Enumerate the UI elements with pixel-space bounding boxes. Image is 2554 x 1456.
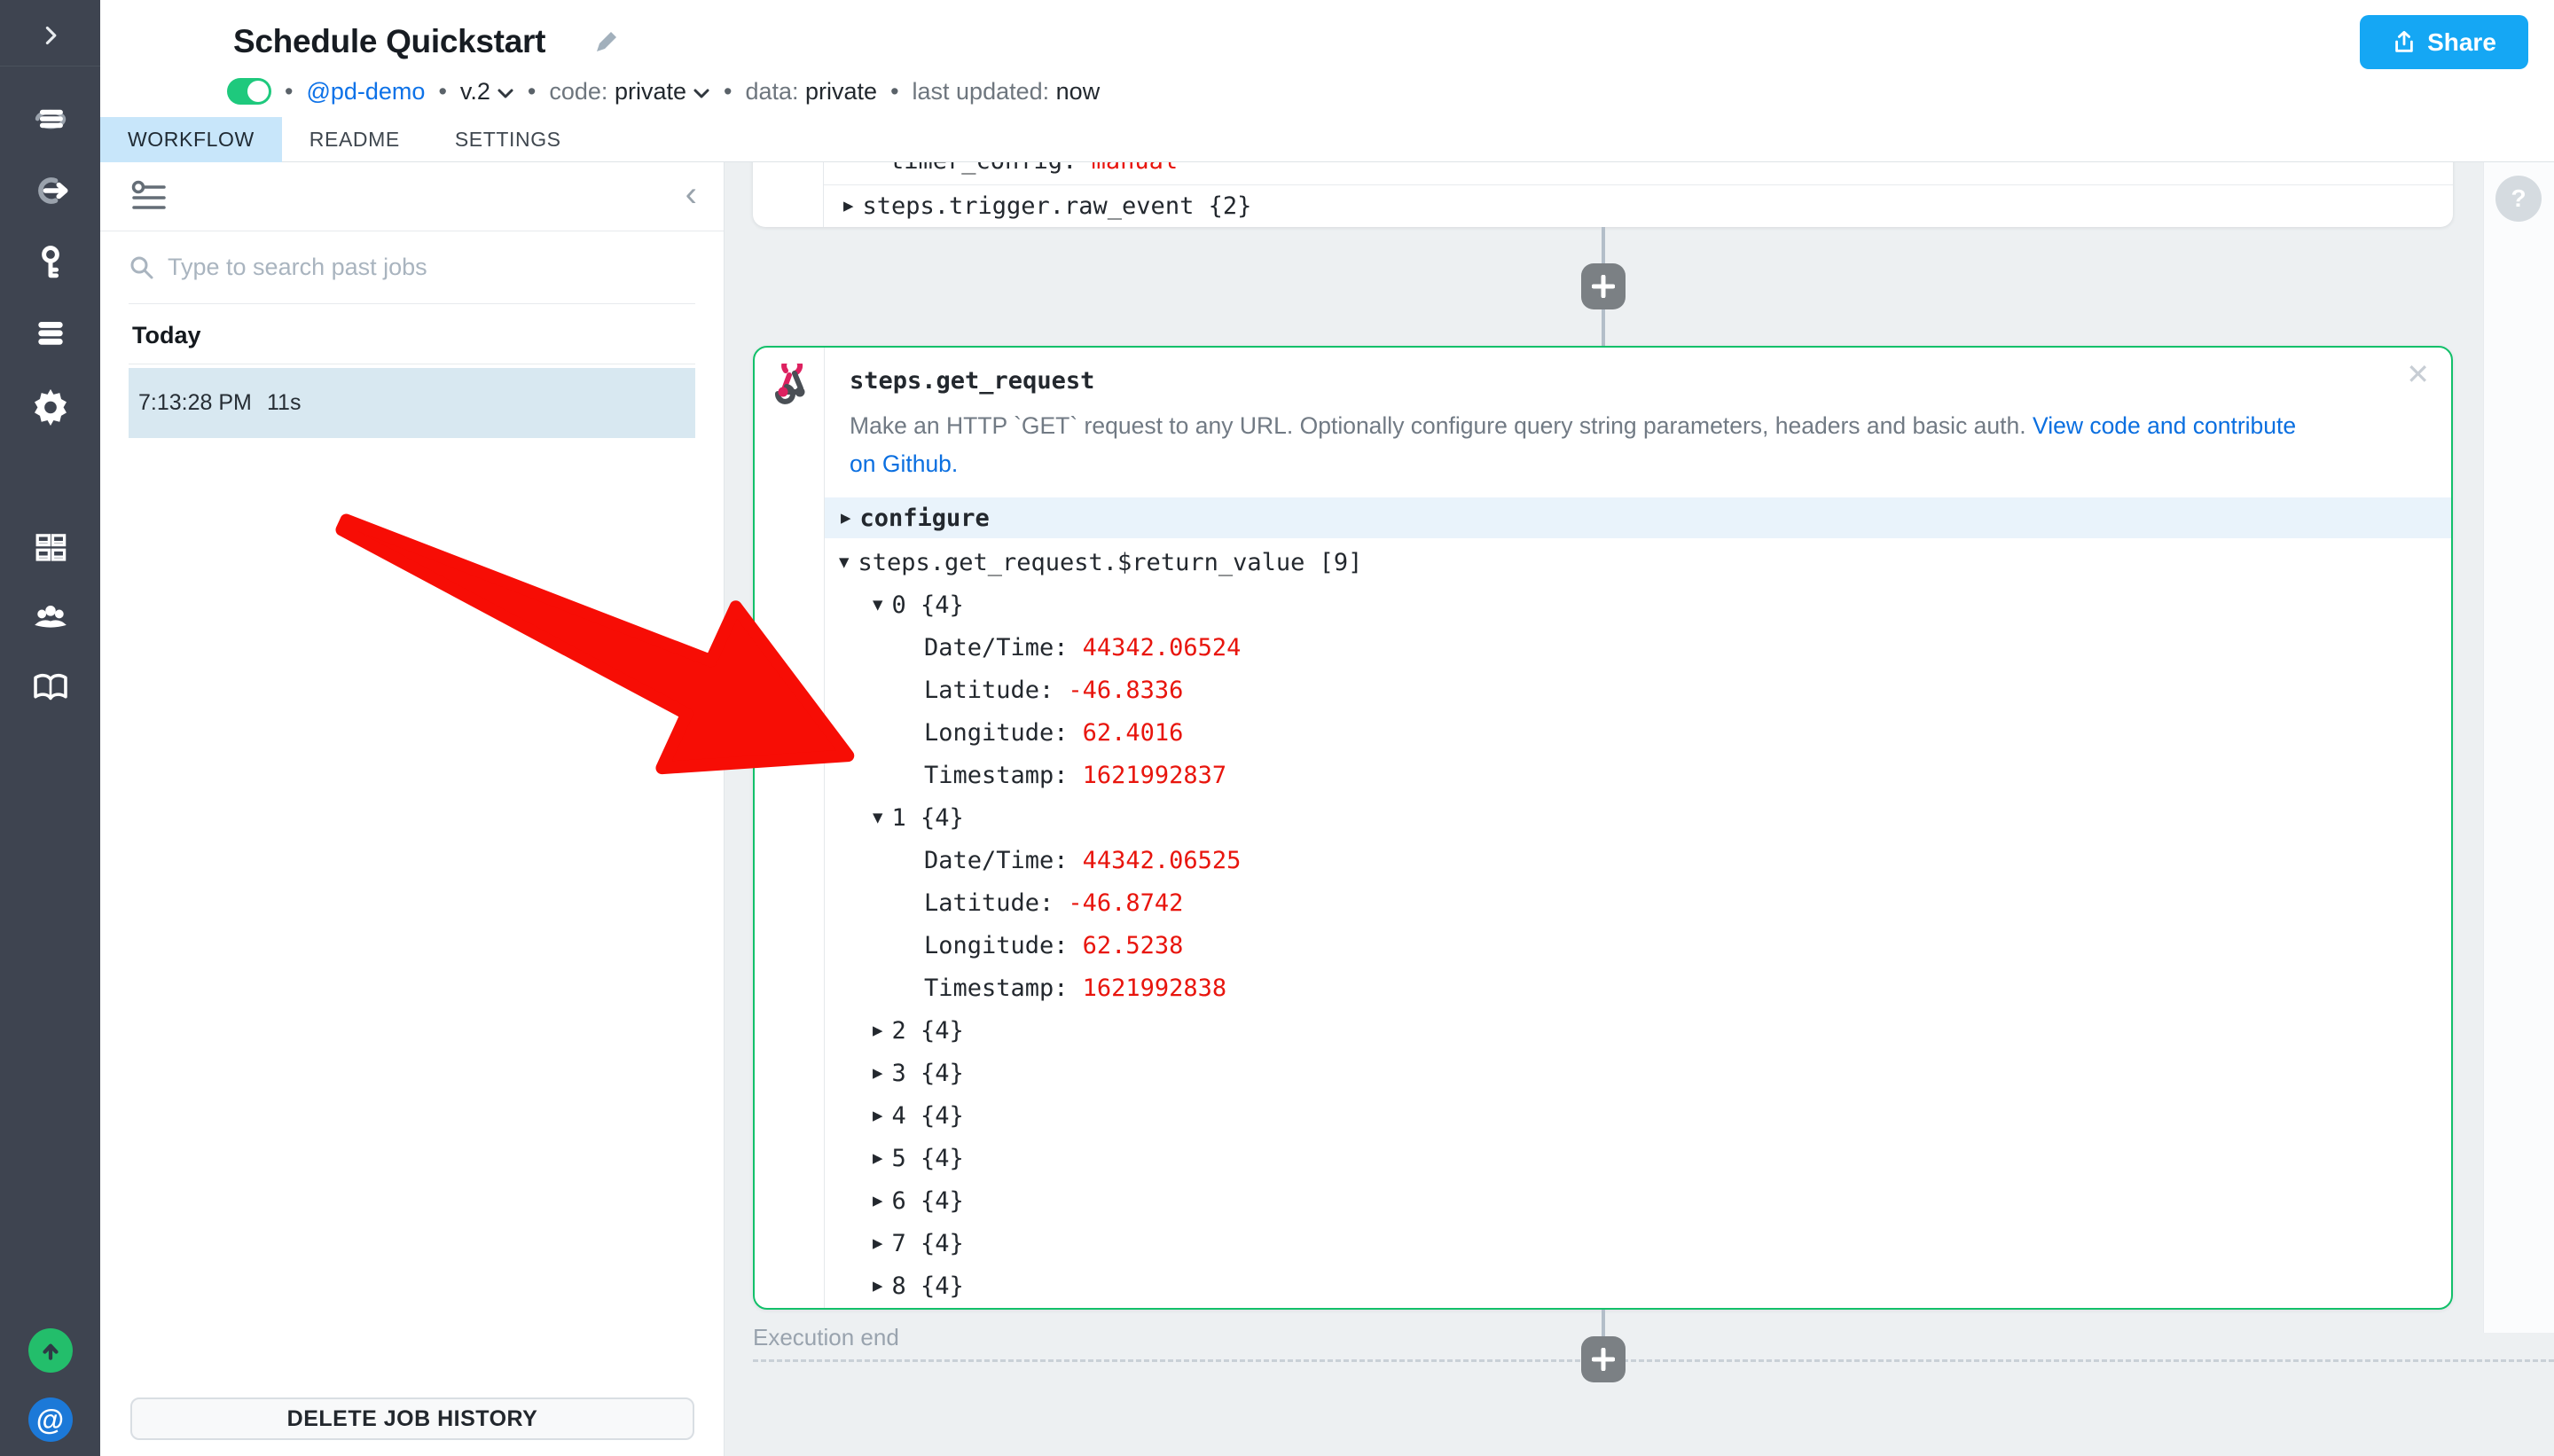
workflow-canvas: timer_config: manual ▶ steps.trigger.raw…	[725, 162, 2554, 1456]
upgrade-icon[interactable]	[26, 1326, 75, 1375]
tree-node-toggle[interactable]: ▶8 {4}	[825, 1264, 2451, 1307]
tree-field: Timestamp:1621992837	[825, 754, 2451, 796]
add-step-button-top[interactable]	[1581, 263, 1626, 309]
collapse-triangle-icon[interactable]: ▼	[873, 595, 882, 614]
execution-end-label: Execution end	[753, 1324, 899, 1351]
step-title: steps.get_request	[850, 367, 1094, 395]
help-button[interactable]: ?	[2495, 176, 2542, 222]
chevron-down-icon	[693, 78, 710, 106]
job-time: 7:13:28 PM	[138, 390, 267, 416]
version-dropdown[interactable]: v.2	[460, 78, 514, 106]
trigger-card-gutter	[753, 162, 824, 227]
tree-field: Longitude:62.4016	[825, 711, 2451, 754]
tree-node-toggle[interactable]: ▶4 {4}	[825, 1094, 2451, 1137]
collapse-triangle-icon[interactable]: ▼	[839, 552, 849, 572]
past-jobs-panel: ‹ Today 7:13:28 PM 11s DELETE JOB HISTOR…	[100, 162, 725, 1456]
account-icon[interactable]: @	[26, 1395, 75, 1444]
close-step-icon[interactable]: ✕	[2406, 360, 2430, 388]
tree-node-toggle[interactable]: ▶7 {4}	[825, 1222, 2451, 1264]
expand-triangle-icon[interactable]: ▶	[843, 196, 853, 215]
configure-section-toggle[interactable]: ▶ configure	[825, 497, 2451, 538]
collapse-triangle-icon[interactable]: ▼	[873, 808, 882, 827]
sidebar-divider	[0, 66, 100, 67]
separator-dot: •	[285, 78, 293, 105]
job-search-row	[129, 231, 695, 304]
data-visibility: data: private	[745, 78, 877, 106]
github-link[interactable]: on Github.	[850, 450, 958, 477]
tree-node-toggle[interactable]: ▶5 {4}	[825, 1137, 2451, 1179]
tree-field: Latitude:-46.8742	[825, 881, 2451, 924]
expand-triangle-icon[interactable]: ▶	[873, 1276, 882, 1296]
delete-job-history-button[interactable]: DELETE JOB HISTORY	[130, 1397, 694, 1440]
trigger-step-card: timer_config: manual ▶ steps.trigger.raw…	[753, 162, 2453, 227]
tree-node-toggle[interactable]: ▶2 {4}	[825, 1009, 2451, 1052]
job-search-input[interactable]	[168, 254, 695, 281]
expand-triangle-icon[interactable]: ▶	[873, 1106, 882, 1125]
search-icon	[129, 254, 155, 281]
event-sources-icon[interactable]	[26, 166, 75, 215]
workflows-icon[interactable]	[26, 94, 75, 144]
trigger-config-row: timer_config: manual	[824, 162, 2453, 185]
tree-node-toggle[interactable]: ▶3 {4}	[825, 1052, 2451, 1094]
separator-dot: •	[724, 78, 732, 105]
app-sidebar: @	[0, 0, 100, 1456]
sql-database-icon[interactable]	[26, 308, 75, 357]
trigger-raw-event-toggle[interactable]: ▶ steps.trigger.raw_event {2}	[824, 185, 2453, 226]
share-icon	[2392, 30, 2417, 55]
tab-readme[interactable]: README	[282, 117, 427, 162]
separator-dot: •	[528, 78, 536, 105]
expand-sidebar-icon[interactable]	[26, 11, 75, 60]
return-value-tree: ▼ steps.get_request.$return_value [9] ▼0…	[825, 541, 2451, 1307]
tree-field: Timestamp:1621992838	[825, 967, 2451, 1009]
deploy-toggle[interactable]	[227, 78, 271, 105]
job-list-item[interactable]: 7:13:28 PM 11s	[129, 368, 695, 438]
code-visibility-dropdown[interactable]: code: private	[549, 78, 710, 106]
expand-triangle-icon[interactable]: ▶	[873, 1063, 882, 1083]
docs-book-icon[interactable]	[26, 662, 75, 712]
last-updated: last updated: now	[913, 78, 1101, 106]
tree-field: Date/Time:44342.06524	[825, 626, 2451, 669]
separator-dot: •	[438, 78, 446, 105]
tree-field: Longitude:62.5238	[825, 924, 2451, 967]
get-request-step-card: steps.get_request ✕ Make an HTTP `GET` r…	[753, 346, 2453, 1310]
expand-triangle-icon[interactable]: ▶	[841, 508, 850, 528]
jobs-section-label: Today	[132, 322, 724, 349]
tab-settings[interactable]: SETTINGS	[427, 117, 589, 162]
tree-node-toggle[interactable]: ▼0 {4}	[825, 583, 2451, 626]
chevron-down-icon	[497, 78, 514, 106]
community-icon[interactable]	[26, 592, 75, 642]
workflow-meta-row: • @pd-demo • v.2 • code: private • data:…	[227, 78, 1100, 105]
expand-triangle-icon[interactable]: ▶	[873, 1148, 882, 1168]
canvas-right-gutter	[2483, 162, 2554, 1333]
account-link[interactable]: @pd-demo	[306, 78, 425, 106]
http-webhook-icon	[767, 364, 811, 404]
job-duration: 11s	[267, 390, 301, 416]
expand-triangle-icon[interactable]: ▶	[873, 1233, 882, 1253]
tree-node-toggle[interactable]: ▼1 {4}	[825, 796, 2451, 839]
add-step-button-bottom[interactable]	[1581, 1336, 1626, 1382]
jobs-toolbar: ‹	[100, 162, 724, 231]
page-title: Schedule Quickstart	[233, 23, 545, 60]
tree-field: Latitude:-46.8336	[825, 669, 2451, 711]
collapse-panel-icon[interactable]: ‹	[686, 173, 697, 215]
execution-end-dashed-line	[753, 1359, 2554, 1362]
view-code-link[interactable]: View code and contribute	[2033, 412, 2296, 439]
share-button[interactable]: Share	[2360, 15, 2528, 69]
tree-root-toggle[interactable]: ▼ steps.get_request.$return_value [9]	[825, 541, 2451, 583]
tab-bar: WORKFLOW README SETTINGS	[100, 117, 2554, 162]
keys-icon[interactable]	[26, 238, 75, 287]
edit-title-pencil-icon[interactable]	[593, 28, 620, 55]
tree-field: Date/Time:44342.06525	[825, 839, 2451, 881]
job-filter-icon[interactable]	[130, 178, 169, 217]
settings-gear-icon[interactable]	[26, 380, 75, 429]
separator-dot: •	[890, 78, 898, 105]
workflow-header: Schedule Quickstart Share • @pd-demo • v…	[100, 0, 2554, 117]
tab-workflow[interactable]: WORKFLOW	[100, 117, 282, 162]
step-card-gutter	[755, 348, 825, 1308]
apps-grid-icon[interactable]	[26, 522, 75, 572]
expand-triangle-icon[interactable]: ▶	[873, 1191, 882, 1210]
tree-node-toggle[interactable]: ▶6 {4}	[825, 1179, 2451, 1222]
step-description: Make an HTTP `GET` request to any URL. O…	[825, 395, 2451, 483]
expand-triangle-icon[interactable]: ▶	[873, 1021, 882, 1040]
